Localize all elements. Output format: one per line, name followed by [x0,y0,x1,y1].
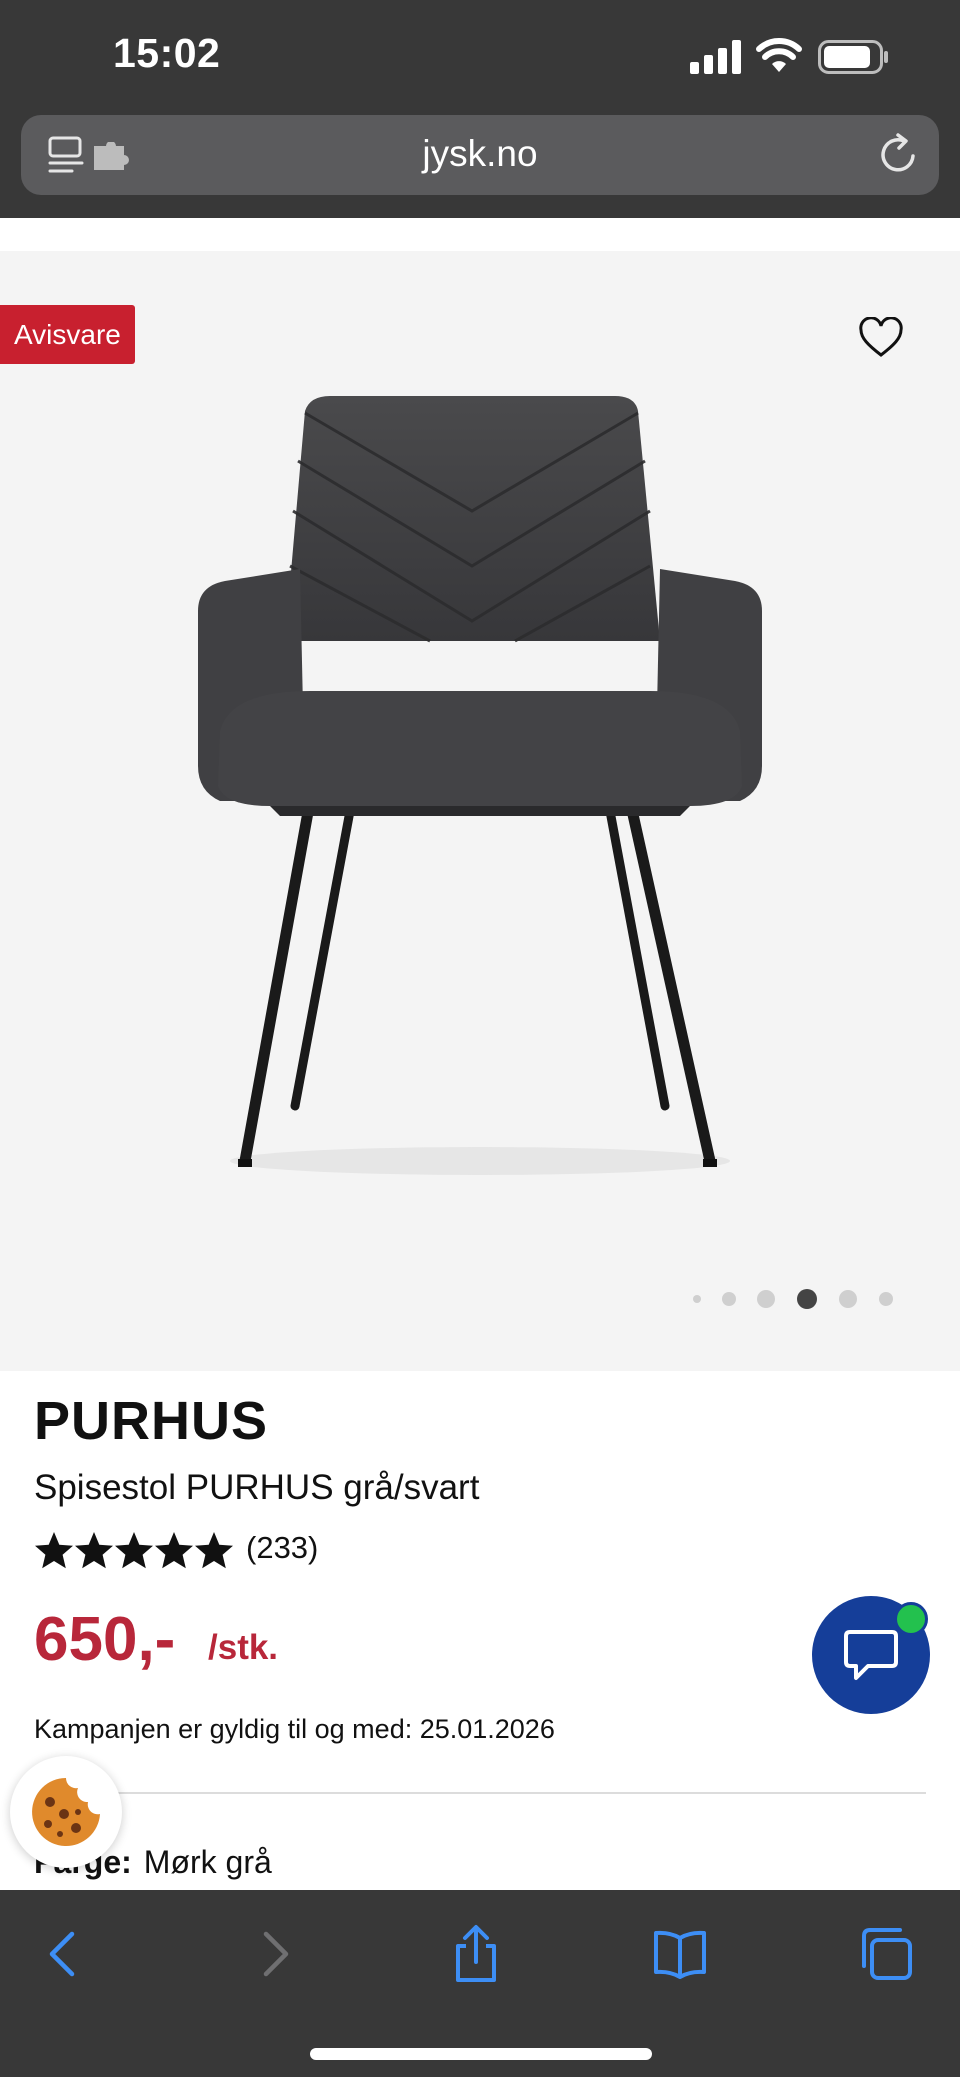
forward-icon[interactable] [244,1924,304,1984]
product-name: Spisestol PURHUS grå/svart [34,1468,480,1507]
gallery-pagination[interactable] [0,1287,960,1311]
section-divider [34,1792,926,1794]
gallery-dot[interactable] [757,1290,775,1308]
wifi-icon [756,38,802,72]
chair-product-image [198,396,762,1175]
color-value: Mørk grå [143,1844,272,1880]
product-brand: PURHUS [34,1391,269,1451]
rating-stars-icon[interactable] [34,1530,234,1570]
gallery-dot[interactable] [839,1290,857,1308]
bookmarks-icon[interactable] [650,1924,710,1984]
favorite-heart-icon[interactable] [858,317,904,359]
cookie-icon [32,1778,100,1846]
reload-icon[interactable] [878,132,920,176]
browser-toolbar [0,1890,960,2077]
back-icon[interactable] [34,1924,94,1984]
review-count[interactable]: (233) [246,1530,318,1566]
cookie-settings-button[interactable] [10,1756,122,1868]
home-indicator[interactable] [310,2048,652,2060]
product-gallery[interactable]: Avisvare [0,251,960,1371]
gallery-dot[interactable] [722,1292,736,1306]
campaign-validity: Kampanjen er gyldig til og med: 25.01.20… [34,1714,555,1744]
chat-online-indicator [894,1602,928,1636]
browser-top-chrome: 15:02 jysk.no [0,0,960,218]
share-icon[interactable] [446,1924,506,1984]
chat-bubble-icon [844,1630,898,1680]
sale-badge: Avisvare [0,305,135,364]
signal-icon [690,40,741,74]
url-text[interactable]: jysk.no [0,133,960,175]
status-time: 15:02 [113,30,221,76]
price-unit: /stk. [208,1628,279,1667]
gallery-dot-active[interactable] [797,1289,817,1309]
gallery-dot[interactable] [693,1295,701,1303]
page-top-strip [0,218,960,251]
battery-icon [818,40,888,74]
product-price: 650,- [34,1605,176,1674]
gallery-dot[interactable] [879,1292,893,1306]
tabs-icon[interactable] [856,1924,916,1984]
